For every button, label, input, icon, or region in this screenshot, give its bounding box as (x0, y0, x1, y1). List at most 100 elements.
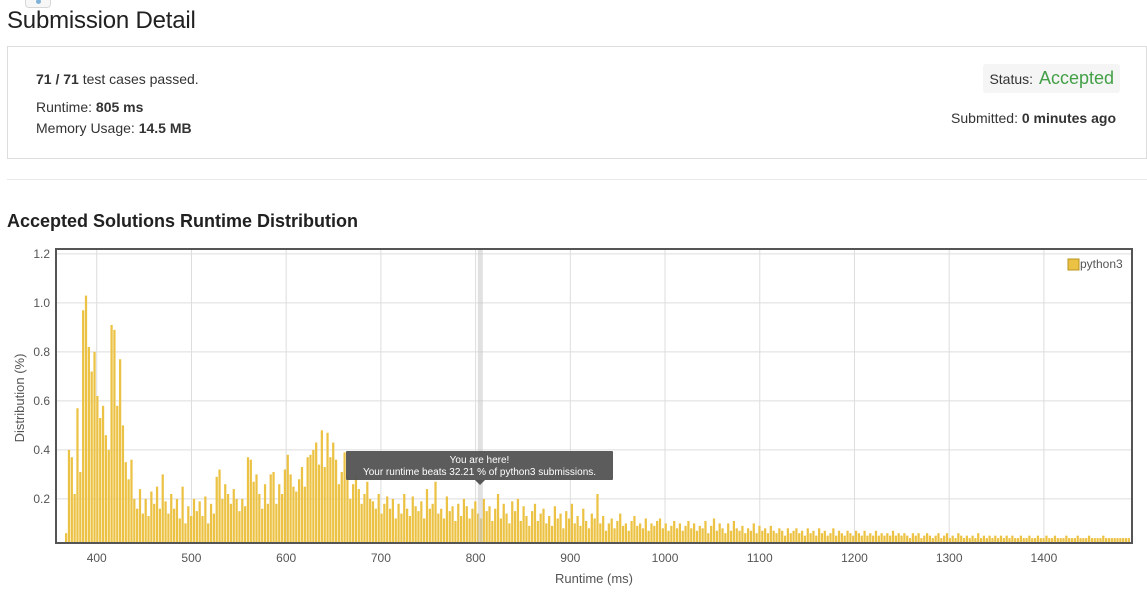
chart-bar (681, 530, 684, 543)
chart-bar (718, 523, 721, 543)
chart-bar (664, 523, 667, 543)
chart-bar (678, 523, 682, 543)
chart-bar (528, 525, 531, 543)
chart-bar (374, 508, 377, 543)
x-tick-label: 600 (276, 551, 296, 565)
tooltip-line-2: Your runtime beats 32.21 % of python3 su… (363, 467, 596, 478)
y-axis-label: Distribution (%) (12, 354, 27, 443)
divider (7, 179, 1147, 180)
runtime-distribution-chart[interactable]: 0.2 0.4 0.6 0.8 1.0 1.2 400 500 600 700 800 900 100… (0, 240, 1147, 590)
chart-bar (647, 530, 650, 543)
chart-bar (928, 535, 932, 543)
chart-bar (585, 520, 588, 543)
chart-bar (280, 494, 284, 543)
chart-bar (695, 530, 699, 543)
chart-bar (766, 533, 770, 543)
chart-bar (164, 501, 167, 543)
chart-bar (516, 498, 520, 543)
chart-bar (775, 533, 778, 543)
chart-bar (835, 535, 838, 543)
chart-bar (800, 530, 804, 543)
chart-bar (150, 491, 153, 543)
submitted-label: Submitted: (951, 110, 1018, 126)
chart-bar (215, 476, 218, 543)
chart-bar (744, 533, 747, 543)
chart-bar (130, 459, 133, 543)
chart-bar (249, 459, 252, 543)
chart-bar (218, 469, 221, 543)
chart-bar (999, 535, 1003, 543)
chart-bar (818, 528, 821, 543)
chart-bar (911, 533, 915, 543)
chart-bar (118, 359, 122, 543)
chart-bar (988, 535, 991, 543)
chart-bar (820, 533, 824, 543)
chart-bar (934, 535, 937, 543)
chart-bar (462, 498, 466, 543)
chart-bar (937, 533, 940, 543)
chart-bar (869, 533, 872, 543)
chart-bar (823, 530, 826, 543)
chart-bar (1102, 535, 1105, 543)
chart-bar (619, 513, 622, 543)
chart-bar (701, 528, 704, 543)
chart-bar (420, 501, 423, 543)
status-label: Status: (989, 71, 1034, 87)
chart-bar (599, 523, 602, 543)
chart-bar (278, 484, 281, 543)
chart-legend[interactable]: python3 (1067, 257, 1123, 271)
chart-bar (104, 435, 108, 543)
chart-bar (687, 520, 690, 543)
chart-bar (79, 471, 82, 543)
y-tick-label: 0.4 (33, 443, 50, 457)
chart-bar (971, 535, 974, 543)
chart-bar (371, 501, 375, 543)
chart-bar (96, 396, 99, 543)
chart-bar (1019, 535, 1023, 543)
chart-bar (459, 516, 463, 543)
chart-bar (889, 535, 892, 543)
chart-bar (749, 530, 753, 543)
chart-bar (351, 484, 355, 543)
chart-bar (64, 533, 68, 543)
chart-bar (656, 520, 659, 543)
chart-bar (451, 506, 454, 543)
chart-bar (977, 533, 980, 543)
chart-bar (73, 494, 76, 543)
chart-bar (789, 533, 792, 543)
chart-bar (263, 484, 267, 543)
chart-bar (181, 486, 184, 543)
chart-bar (320, 430, 323, 543)
chart-bar (127, 479, 130, 543)
chart-bar (860, 535, 863, 543)
chart-bar (292, 486, 295, 543)
chart-bar (724, 533, 727, 543)
chart-bar (738, 530, 741, 543)
chart-bar (67, 449, 71, 543)
memory-label: Memory Usage: (36, 120, 135, 136)
chart-bar (457, 503, 460, 543)
chart-bar (357, 489, 360, 543)
chart-bar (70, 457, 73, 543)
chart-bar (238, 511, 241, 543)
chart-bar (707, 533, 710, 543)
chart-bar (485, 511, 488, 543)
chart-bar (306, 457, 309, 543)
chart-bar (883, 535, 886, 543)
chart-bar (735, 528, 738, 543)
chart-bar (846, 530, 849, 543)
y-tick-label: 0.6 (33, 394, 50, 408)
chart-bar (232, 489, 235, 543)
chart-bar (565, 511, 568, 543)
chart-bar (442, 518, 446, 543)
x-tick-label: 700 (371, 551, 391, 565)
chart-bar (636, 525, 639, 543)
chart-bar (468, 518, 471, 543)
chart-bar (192, 498, 196, 543)
chart-bar (258, 494, 261, 543)
chart-bar (593, 518, 596, 543)
chart-bar (536, 520, 539, 543)
chart-bar (982, 535, 986, 543)
chart-bar (832, 528, 835, 543)
chart-bar (732, 520, 736, 543)
